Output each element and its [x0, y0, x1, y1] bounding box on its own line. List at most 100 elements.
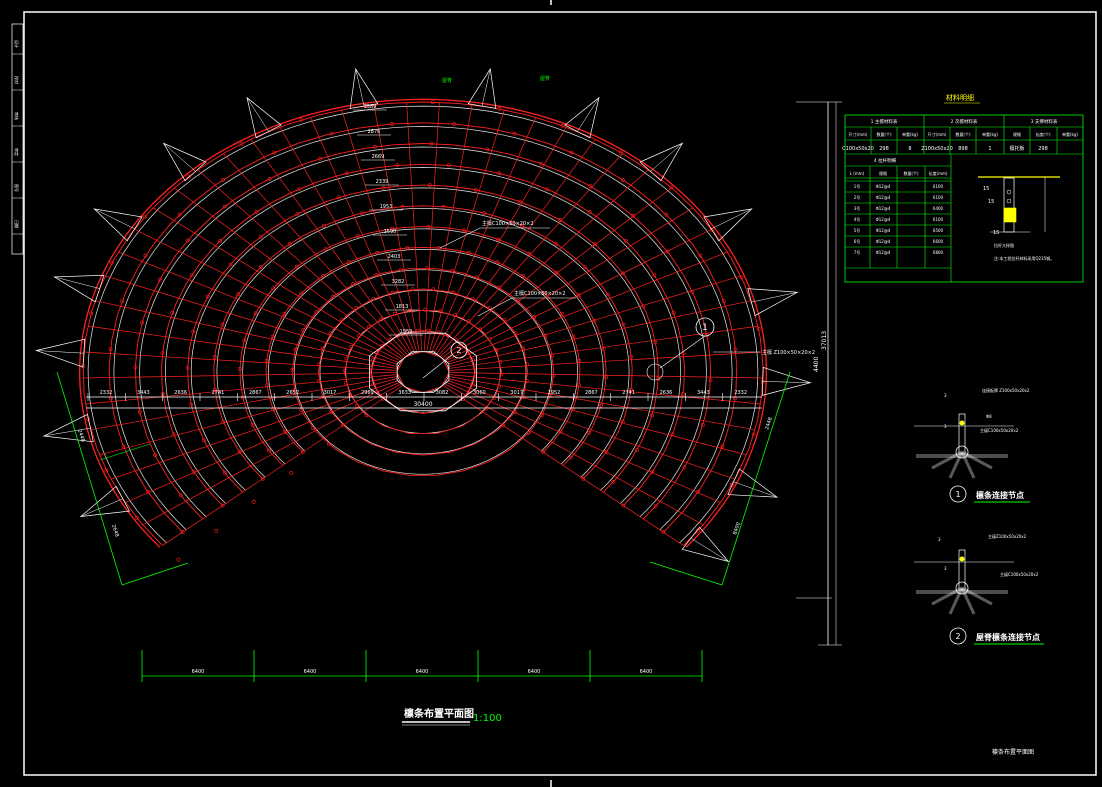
table-row-header: 单重(kg) [902, 131, 918, 137]
rod-dim-2: 15 [988, 199, 994, 205]
detail-2-title: 屋脊檩条连接节点 [976, 632, 1040, 642]
drawing-scale: 1:100 [473, 713, 502, 724]
purlin-ring [82, 101, 764, 546]
vertical-dim-label: 2876 [368, 129, 381, 135]
radial-purlin [443, 385, 684, 546]
radial-purlin [197, 169, 406, 357]
vertical-dim-label: 2339 [376, 179, 389, 185]
sub-table-cell: 5号 [854, 227, 861, 233]
roof-spike-web [751, 292, 798, 303]
span-dim-label: 2652 [286, 390, 299, 396]
radial-purlin [426, 104, 473, 351]
radial-purlin [134, 228, 401, 361]
callout-1-note: 主檩 Z100×50×20×2 [762, 349, 815, 356]
detail-1-note-a: 连接板厚 Z100x50x20x2 [982, 387, 1030, 393]
purlin-node [289, 471, 294, 475]
radial-purlin [105, 275, 398, 365]
radial-purlin [125, 382, 400, 503]
detail-bolt [959, 420, 965, 426]
radial-purlin [250, 138, 410, 354]
span-dim-label: 2636 [174, 390, 187, 396]
ridge-tags: 屋脊 屋脊 [442, 75, 550, 84]
purlin-plan [35, 67, 812, 563]
purlin-node [424, 266, 429, 271]
roof-edge [79, 98, 767, 548]
rod-detail-note-1: 拉杆大样图 [994, 242, 1014, 248]
sheet-label: 檩条布置平面图 [992, 748, 1034, 756]
radial-purlin [83, 372, 396, 379]
rib-arc [268, 248, 578, 452]
table-row-header: 尺寸(mm) [928, 131, 947, 137]
span-total-label: 30400 [413, 401, 432, 408]
sub-table-cell: 6500 [933, 228, 944, 233]
radial-purlin [429, 109, 505, 352]
sub-table-cell: 6400 [933, 206, 944, 211]
side-label: 设计 [14, 40, 20, 48]
rib-arc [190, 187, 656, 491]
roof-spike-web [54, 276, 100, 289]
detail-bolt [959, 556, 965, 562]
right-diag-dim-end [649, 561, 723, 586]
table-row-value: 298 [1038, 146, 1048, 152]
span-dim-label: 2332 [734, 390, 747, 396]
roof-spike-web [481, 68, 491, 107]
sub-table-cell: 1号 [854, 183, 861, 189]
sub-table-cell: 6号 [854, 238, 861, 244]
detail-1-title: 檩条连接节点 [976, 490, 1024, 500]
connection-details: 连接板厚 Z100x50x20x2 主檩C100x50x20x2 Φ8 3 3 主檩Z10… [914, 387, 1044, 645]
sub-table-cell: Φ12@4 [876, 239, 891, 244]
span-dim-label: 2332 [100, 390, 113, 396]
rod-plate [1003, 207, 1017, 223]
detail-2-note-c: 3 [944, 566, 947, 571]
connection-detail-1 [914, 413, 1014, 479]
table-row-header: 尺寸(mm) [849, 131, 868, 137]
sub-table-cell: Φ12@4 [876, 195, 891, 200]
table-row-header: 数量(个) [876, 131, 892, 137]
callout-1-number: 1 [702, 323, 708, 333]
radial-purlin [450, 372, 763, 379]
table-row-value: 檩托板 [1009, 145, 1024, 152]
roof-spike [727, 468, 779, 498]
purlin-ring [108, 122, 738, 533]
side-label: 审定 [14, 148, 20, 156]
radial-purlin [442, 187, 672, 358]
drawing-canvas: 设计校对审核审定图号日期 2332 3443 2636 2741 2867 2652 301… [11, 0, 1097, 787]
detail-1-note-c: Φ8 [986, 414, 992, 419]
table-row-header: 数量(个) [955, 131, 971, 137]
vertical-dim-label: 2403 [388, 254, 401, 260]
table-row-value: 8 [908, 146, 911, 152]
table-row-value: 298 [879, 146, 889, 152]
rod-hole [1006, 198, 1012, 204]
right-dim-label: 4400 [813, 357, 820, 372]
sub-table-cell: Φ12@4 [876, 250, 891, 255]
table-title: 材料明细 [946, 93, 974, 102]
right-diag-label-1: 2448 [764, 417, 774, 431]
detail-2-note-a: 主檩Z100x50x20x2 [988, 533, 1027, 539]
span-dim-label: 2969 [361, 390, 374, 396]
ridge-tag-right: 屋脊 [540, 75, 550, 82]
span-dim-label: 3017 [510, 390, 523, 396]
table-row-header: 单重(kg) [982, 131, 998, 137]
radial-purlin [446, 382, 721, 503]
roof-spike-web [163, 143, 196, 172]
sub-table-cell: 6800 [933, 250, 944, 255]
table-row-header: 单重(kg) [1062, 131, 1078, 137]
radial-purlin [174, 187, 404, 358]
radial-purlin [341, 109, 417, 352]
connection-detail-2 [914, 549, 1014, 615]
table-row-header: 规格 [1013, 131, 1021, 137]
span-dim-label: 3443 [137, 390, 150, 396]
detail-2-note-b: 主檩C100x50x20x2 [1000, 571, 1039, 577]
span-dim-label: 3082 [436, 390, 449, 396]
bottom-dim-label: 6400 [192, 669, 205, 675]
sub-table-header: 长度(mm) [929, 170, 948, 176]
side-label: 图号 [14, 184, 20, 192]
detail-post [958, 413, 966, 455]
sub-table-header: L (mm) [850, 171, 865, 176]
sub-table-cell: Φ12@4 [876, 184, 891, 189]
detail-1-note-b: 主檩C100x50x20x2 [980, 427, 1019, 433]
span-dim-label: 2741 [622, 390, 635, 396]
rod-detail-sketch: 15 15 15 拉杆大样图注:本工程拉杆材料采用Q235钢。 [978, 176, 1060, 261]
bottom-dim-label: 6400 [528, 669, 541, 675]
sub-table-cell: 3号 [854, 205, 861, 211]
